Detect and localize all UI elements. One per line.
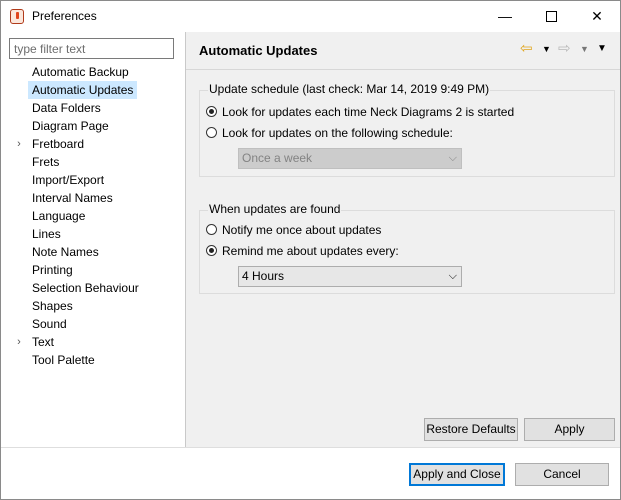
back-arrow-icon[interactable]: ⇦: [520, 39, 533, 57]
update-schedule-legend: Update schedule (last check: Mar 14, 201…: [208, 82, 491, 96]
startup-option-label: Look for updates each time Neck Diagrams…: [222, 105, 515, 119]
remind-option-label: Remind me about updates every:: [222, 244, 399, 258]
tree-item[interactable]: Text: [30, 333, 56, 351]
remind-interval-combo[interactable]: 4 Hours ⌵: [238, 266, 462, 287]
title-bar[interactable]: Preferences — ✕: [1, 1, 620, 32]
tree-item[interactable]: Data Folders: [30, 99, 103, 117]
maximize-button[interactable]: [528, 1, 574, 32]
expand-arrow-icon[interactable]: ›: [14, 135, 24, 153]
schedule-combo[interactable]: Once a week ⌵: [238, 148, 462, 169]
apply-button[interactable]: Apply: [524, 418, 615, 441]
tree-item[interactable]: Import/Export: [30, 171, 106, 189]
startup-option[interactable]: Look for updates each time Neck Diagrams…: [206, 103, 514, 121]
notify-option-label: Notify me once about updates: [222, 223, 382, 237]
chevron-down-icon: ⌵: [448, 270, 457, 282]
tree-item[interactable]: Sound: [30, 315, 69, 333]
chevron-down-icon: ⌵: [448, 152, 457, 164]
forward-arrow-icon[interactable]: ⇨: [558, 39, 571, 57]
restore-defaults-button[interactable]: Restore Defaults: [424, 418, 518, 441]
updates-found-group: When updates are found Notify me once ab…: [199, 202, 615, 294]
app-icon: [10, 9, 24, 24]
preference-page: Automatic Updates ⇦ ▼ ⇨ ▼ ▼ Update sched…: [186, 32, 620, 447]
page-title: Automatic Updates: [199, 43, 318, 58]
tree-item[interactable]: Fretboard: [30, 135, 86, 153]
update-schedule-group: Update schedule (last check: Mar 14, 201…: [199, 82, 615, 177]
minimize-button[interactable]: —: [482, 1, 528, 32]
tree-item[interactable]: Diagram Page: [30, 117, 111, 135]
filter-input[interactable]: [9, 38, 174, 59]
tree-item[interactable]: Tool Palette: [30, 351, 97, 369]
updates-found-legend: When updates are found: [208, 202, 342, 216]
schedule-combo-value: Once a week: [242, 151, 313, 165]
tree-item[interactable]: Printing: [30, 261, 75, 279]
remind-combo-value: 4 Hours: [242, 269, 285, 283]
tree-item[interactable]: Selection Behaviour: [30, 279, 141, 297]
footer-divider: [1, 447, 620, 448]
preferences-window: Preferences — ✕ Automatic BackupAutomati…: [0, 0, 621, 500]
apply-and-close-button[interactable]: Apply and Close: [409, 463, 505, 486]
forward-dropdown-icon[interactable]: ▼: [580, 44, 589, 54]
window-title: Preferences: [32, 9, 97, 23]
remind-option[interactable]: Remind me about updates every:: [206, 242, 399, 260]
notify-radio[interactable]: [206, 223, 217, 235]
schedule-radio[interactable]: [206, 126, 217, 138]
close-button[interactable]: ✕: [574, 1, 620, 32]
tree-item[interactable]: Lines: [30, 225, 63, 243]
tree-item[interactable]: Shapes: [30, 297, 75, 315]
tree-item[interactable]: Automatic Updates: [28, 81, 138, 99]
startup-radio[interactable]: [206, 105, 217, 117]
maximize-icon: [545, 10, 557, 22]
view-menu-icon[interactable]: ▼: [597, 43, 607, 54]
schedule-option[interactable]: Look for updates on the following schedu…: [206, 124, 453, 142]
expand-arrow-icon[interactable]: ›: [14, 333, 24, 351]
back-dropdown-icon[interactable]: ▼: [542, 44, 551, 54]
notify-option[interactable]: Notify me once about updates: [206, 221, 381, 239]
tree-item[interactable]: Interval Names: [30, 189, 115, 207]
schedule-option-label: Look for updates on the following schedu…: [222, 126, 453, 140]
remind-radio[interactable]: [206, 244, 217, 256]
tree-item[interactable]: Language: [30, 207, 87, 225]
page-header: Automatic Updates ⇦ ▼ ⇨ ▼ ▼: [186, 32, 620, 70]
tree-item[interactable]: Automatic Backup: [30, 63, 131, 81]
cancel-button[interactable]: Cancel: [515, 463, 609, 486]
tree-item[interactable]: Note Names: [30, 243, 101, 261]
tree-item[interactable]: Frets: [30, 153, 61, 171]
